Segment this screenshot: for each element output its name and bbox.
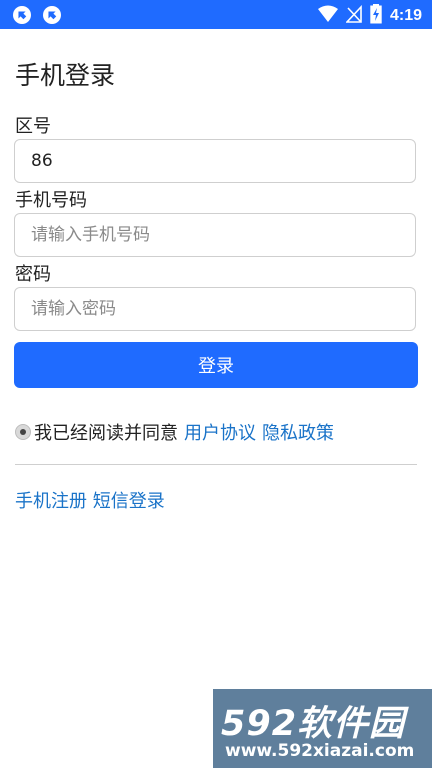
sync-icon xyxy=(42,5,62,29)
divider xyxy=(15,464,417,465)
sms-login-link[interactable]: 短信登录 xyxy=(93,491,165,512)
agree-radio[interactable] xyxy=(15,424,31,440)
wifi-icon xyxy=(317,5,338,27)
register-link[interactable]: 手机注册 xyxy=(15,491,87,512)
password-input[interactable] xyxy=(14,287,416,331)
battery-charging-icon xyxy=(370,4,382,28)
watermark-url: www.592xiazai.com xyxy=(225,741,415,761)
page-title: 手机登录 xyxy=(15,61,116,90)
status-left xyxy=(12,5,62,29)
watermark-brand: 592软件园 xyxy=(221,704,406,744)
phone-input[interactable] xyxy=(14,213,416,257)
sync-icon xyxy=(12,5,32,29)
user-agreement-link[interactable]: 用户协议 xyxy=(184,419,256,445)
status-time: 4:19 xyxy=(389,7,422,24)
bottom-links: 手机注册 短信登录 xyxy=(15,487,165,513)
status-bar: 4:19 xyxy=(0,0,432,29)
password-label: 密码 xyxy=(15,264,51,285)
area-code-input[interactable] xyxy=(14,139,416,183)
watermark: 592软件园 www.592xiazai.com xyxy=(213,689,432,768)
agreement-row: 我已经阅读并同意 用户协议 隐私政策 xyxy=(15,419,334,445)
login-button[interactable]: 登录 xyxy=(14,342,418,388)
privacy-policy-link[interactable]: 隐私政策 xyxy=(262,419,334,445)
phone-label: 手机号码 xyxy=(15,190,87,211)
area-code-label: 区号 xyxy=(15,116,51,137)
agreement-text: 我已经阅读并同意 xyxy=(34,423,178,444)
no-signal-icon xyxy=(345,4,362,27)
status-right: 4:19 xyxy=(317,4,422,28)
